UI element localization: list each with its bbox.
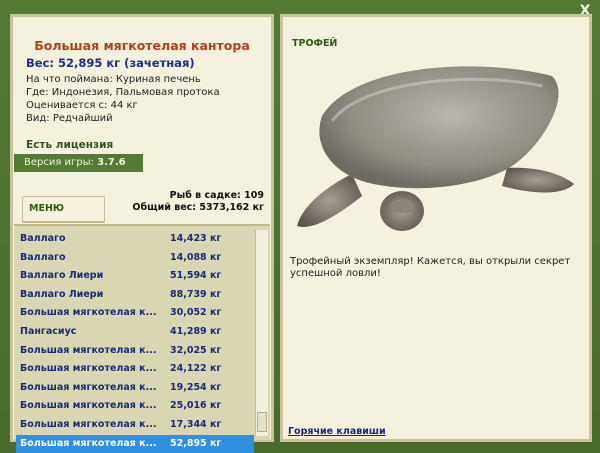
catch-list-row[interactable]: Большая мягкотелая к... 30,052 кг	[16, 304, 254, 323]
catch-fish-weight: 30,052 кг	[170, 307, 222, 319]
hotkeys-link[interactable]: Горячие клавиши	[288, 426, 386, 437]
trophy-description: Трофейный экземпляр! Кажется, вы открыли…	[290, 256, 571, 279]
catch-fish-name: Валлаго	[20, 233, 66, 244]
catch-fish-weight: 52,895 кг	[170, 437, 222, 449]
fish-title: Большая мягкотелая кантора	[34, 38, 250, 53]
version-label: Версия игры:	[24, 157, 94, 168]
catch-fish-name: Пангасиус	[20, 325, 77, 337]
fish-weight: Вес: 52,895 кг (зачетная)	[26, 56, 195, 70]
game-version: Версия игры: 3.7.6	[14, 154, 143, 172]
catch-list-row[interactable]: Валлаго 14,423 кг	[16, 230, 254, 249]
catch-list-row[interactable]: Валлаго Лиери 51,594 кг	[16, 267, 254, 286]
catch-fish-weight: 41,289 кг	[170, 325, 222, 337]
trophy-label: ТРОФЕЙ	[292, 38, 338, 49]
catch-fish-name: Большая мягкотелая к...	[20, 400, 157, 412]
catch-list-row[interactable]: Большая мягкотелая к... 52,895 кг	[16, 434, 254, 453]
catch-list-row[interactable]: Валлаго Лиери 88,739 кг	[16, 286, 254, 305]
version-value: 3.7.6	[97, 157, 126, 168]
catch-list-row[interactable]: Большая мягкотелая к... 17,344 кг	[16, 416, 254, 435]
catch-fish-weight: 19,254 кг	[170, 381, 222, 393]
value-info: Оценивается с: 44 кг	[26, 100, 138, 111]
location-info: Где: Индонезия, Пальмовая протока	[26, 87, 220, 98]
kind-info: Вид: Редчайший	[26, 113, 113, 124]
catch-list-row[interactable]: Большая мягкотелая к... 25,016 кг	[16, 397, 254, 416]
license-status: Есть лицензия	[26, 139, 114, 151]
catch-fish-weight: 25,016 кг	[170, 400, 222, 412]
catch-fish-name: Валлаго	[20, 251, 66, 263]
catch-fish-name: Большая мягкотелая к...	[20, 381, 157, 393]
menu-button[interactable]: МЕНЮ	[22, 196, 105, 222]
catch-fish-weight: 32,025 кг	[170, 344, 222, 356]
catch-fish-name: Валлаго Лиери	[20, 270, 104, 282]
scroll-thumb[interactable]	[257, 412, 267, 432]
catch-fish-weight: 88,739 кг	[170, 288, 222, 300]
catch-list-row[interactable]: Пангасиус 41,289 кг	[16, 323, 254, 342]
catch-fish-weight: 14,088 кг	[170, 251, 222, 263]
catch-info-panel: Большая мягкотелая кантора Вес: 52,895 к…	[10, 14, 274, 453]
catch-fish-name: Валлаго Лиери	[20, 288, 104, 300]
catch-list-row[interactable]: Большая мягкотелая к... 32,025 кг	[16, 342, 254, 361]
total-weight: Общий вес: 5373,162 кг	[132, 202, 264, 213]
catch-fish-name: Большая мягкотелая к...	[20, 344, 157, 356]
catch-list-row[interactable]: Большая мягкотелая к... 19,254 кг	[16, 379, 254, 398]
catch-fish-name: Большая мягкотелая к...	[20, 307, 157, 319]
catch-fish-name: Большая мягкотелая к...	[20, 437, 157, 449]
catch-fish-weight: 51,594 кг	[170, 270, 222, 282]
catch-list-row[interactable]: Большая мягкотелая к... 24,122 кг	[16, 360, 254, 379]
catch-list-container: Валлаго 14,423 кг Валлаго 14,088 кг Валлаго …	[14, 224, 270, 453]
catch-list-row[interactable]: Валлаго 14,088 кг	[16, 249, 254, 268]
catch-fish-weight: 14,423 кг	[170, 233, 222, 244]
fish-count: Рыб в садке: 109	[169, 190, 264, 201]
catch-fish-weight: 24,122 кг	[170, 363, 222, 375]
trophy-panel: ТРОФЕЙ Трофейный экземпляр! Кажется, вы …	[280, 14, 592, 442]
catch-list-scrollbar[interactable]	[255, 230, 268, 436]
keepnet-counts: Рыб в садке: 109 Общий вес: 5373,162 кг	[132, 190, 264, 214]
catch-fish-name: Большая мягкотелая к...	[20, 363, 157, 375]
catch-fish-weight: 17,344 кг	[170, 418, 222, 430]
catch-list: Валлаго 14,423 кг Валлаго 14,088 кг Валлаго …	[16, 230, 254, 453]
softshell-turtle-image	[297, 66, 574, 231]
catch-fish-name: Большая мягкотелая к...	[20, 418, 157, 430]
bait-info: На что поймана: Куриная печень	[26, 74, 201, 85]
